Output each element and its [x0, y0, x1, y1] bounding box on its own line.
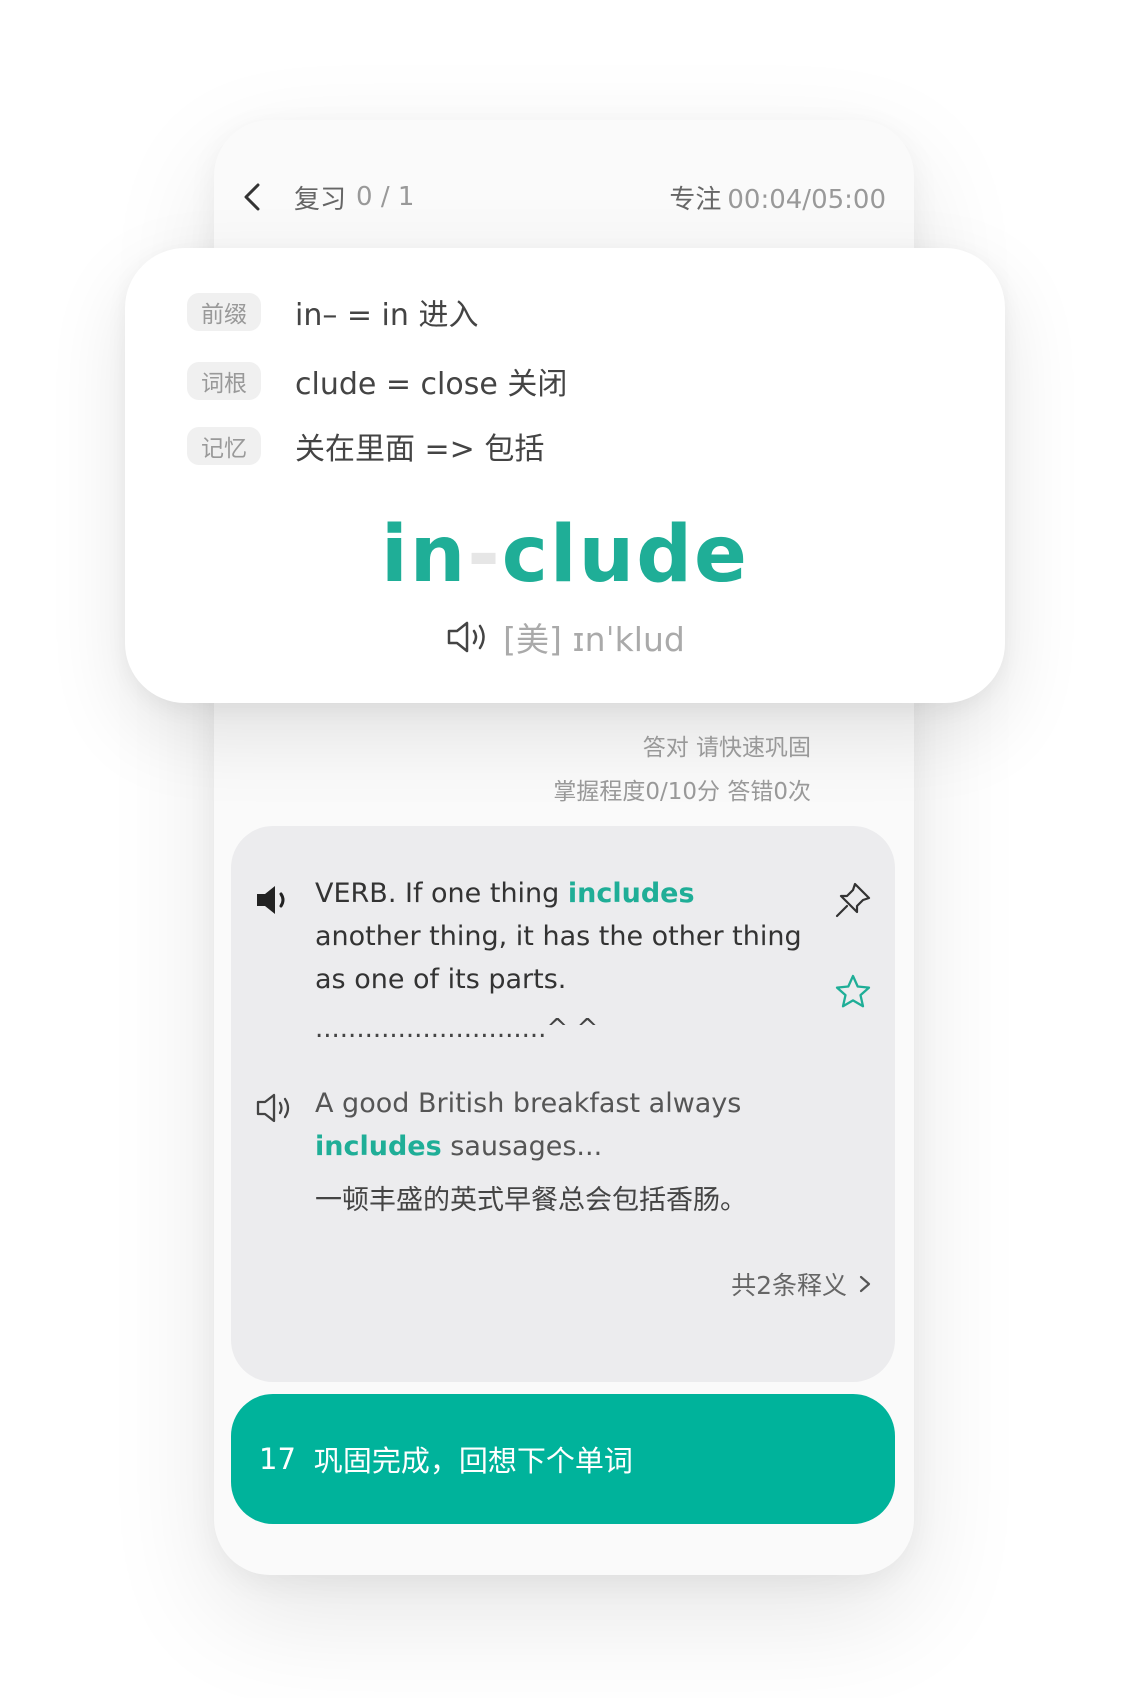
next-word-button[interactable]: 17 巩固完成，回想下个单词 [231, 1394, 895, 1524]
tag-prefix: 前缀 [187, 293, 261, 331]
example-translation: 一顿丰盛的英式早餐总会包括香肠。 [315, 1185, 747, 1216]
focus-time: 00:04/05:00 [727, 184, 886, 215]
tag-memory: 记忆 [187, 427, 261, 465]
speaker-filled-icon[interactable] [255, 884, 295, 916]
definition-highlight: includes [567, 878, 695, 909]
root-text-memory: 关在里面 => 包括 [295, 432, 545, 467]
pronunciation-row[interactable]: [美] ɪnˈklud [125, 613, 1005, 661]
status-mastery: 掌握程度0/10分 答错0次 [553, 779, 811, 805]
root-row-root: 词根 clude = close 关闭 [187, 359, 567, 403]
definition-part-1: VERB. If one thing [315, 878, 568, 909]
next-word-label: 巩固完成，回想下个单词 [313, 1444, 633, 1478]
word-root-card: 前缀 in– = in 进入 词根 clude = close 关闭 记忆 关在… [125, 248, 1005, 703]
definition-part-2: another thing, it has the other thing as… [315, 921, 802, 995]
definition-dots: ............................^ ^ [315, 1014, 599, 1044]
focus-label: 专注 [669, 184, 722, 215]
example-highlight: includes [315, 1131, 442, 1162]
root-row-memory: 记忆 关在里面 => 包括 [187, 424, 544, 468]
example-speaker-icon[interactable] [255, 1092, 299, 1124]
speaker-icon[interactable] [445, 619, 493, 655]
star-icon[interactable] [833, 972, 873, 1012]
phonetic-text: [美] ɪnˈklud [503, 620, 685, 659]
chevron-right-icon [859, 1275, 871, 1293]
definition-card: VERB. If one thing includes another thin… [231, 826, 895, 1382]
top-bar: 复习 0 / 1 专注 00:04/05:00 [242, 172, 886, 222]
example-part-1: A good British breakfast always [315, 1088, 742, 1119]
headword: in-clude [125, 510, 1005, 600]
review-label: 复习 [294, 184, 347, 215]
root-text-prefix: in– = in 进入 [295, 298, 479, 333]
pin-icon[interactable] [833, 880, 873, 920]
more-definitions-link[interactable]: 共2条释义 [731, 1266, 873, 1302]
root-row-prefix: 前缀 in– = in 进入 [187, 290, 478, 334]
headword-root: clude [501, 510, 749, 600]
root-text-root: clude = close 关闭 [295, 367, 568, 402]
back-button[interactable] [242, 177, 282, 217]
example-sentence: A good British breakfast always includes… [315, 1082, 835, 1168]
headword-prefix: in [381, 510, 468, 600]
review-count: 0 / 1 [356, 182, 415, 212]
status-feedback: 答对 请快速巩固 [642, 735, 811, 761]
headword-hyphen: - [467, 510, 502, 600]
countdown-number: 17 [259, 1442, 296, 1476]
screen: 复习 0 / 1 专注 00:04/05:00 前缀 in– = in 进入 词根… [0, 0, 1125, 1698]
answer-status: 答对 请快速巩固 掌握程度0/10分 答错0次 [553, 728, 811, 806]
more-definitions-label: 共2条释义 [731, 1271, 847, 1300]
chevron-left-icon [244, 183, 260, 211]
tag-root: 词根 [187, 362, 261, 400]
focus-timer: 专注 00:04/05:00 [669, 179, 886, 216]
definition-text: VERB. If one thing includes another thin… [315, 872, 805, 1001]
example-part-2: sausages... [441, 1131, 603, 1162]
